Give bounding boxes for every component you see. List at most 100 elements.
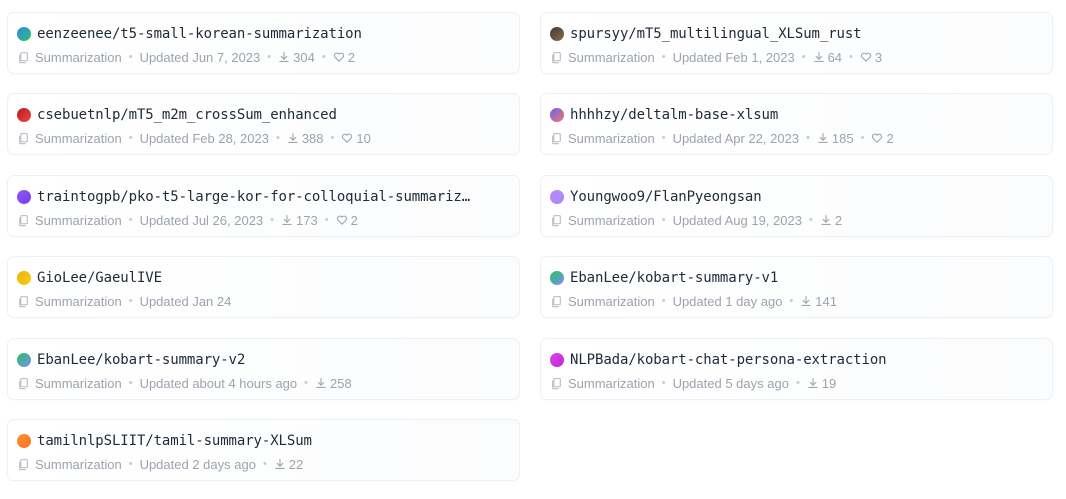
task-icon (17, 132, 30, 145)
likes-stat: 10 (341, 130, 371, 146)
model-card[interactable]: NLPBada/kobart-chat-persona-extraction Su… (540, 338, 1053, 400)
org-avatar (550, 271, 564, 285)
downloads-stat: 19 (807, 376, 836, 391)
downloads-count: 388 (301, 130, 324, 146)
separator-dot: • (128, 377, 133, 389)
model-meta: Summarization • Updated about 4 hours ago •… (17, 374, 509, 392)
model-name[interactable]: eenzeenee/t5-small-korean-summarization (37, 26, 362, 42)
separator-dot: • (808, 214, 813, 226)
downloads-count: 258 (330, 375, 352, 391)
org-avatar (17, 108, 31, 122)
updated-label: Updated Aug 19, 2023 (672, 212, 802, 228)
updated-label: Updated Feb 1, 2023 (672, 49, 795, 65)
model-title-row: GioLee/GaeulIVE (17, 268, 509, 288)
task-label: Summarization (568, 49, 655, 65)
model-card[interactable]: spursyy/mT5_multilingual_XLSum_rust Summa… (540, 12, 1053, 74)
model-card[interactable]: EbanLee/kobart-summary-v2 Summarization • U… (7, 338, 520, 400)
model-name[interactable]: traintogpb/pko-t5-large-kor-for-colloqui… (37, 189, 470, 205)
model-name[interactable]: tamilnlpSLIIT/tamil-summary-XLSum (37, 433, 312, 449)
model-meta: Summarization • Updated Feb 28, 2023 • 388 • 1… (17, 129, 509, 147)
task-label: Summarization (568, 212, 655, 228)
org-avatar (17, 190, 31, 204)
downloads-stat: 258 (315, 376, 352, 391)
org-avatar (550, 190, 564, 204)
separator-dot: • (661, 295, 666, 307)
download-icon (817, 132, 832, 144)
separator-dot: • (849, 51, 853, 63)
model-meta: Summarization • Updated Jan 24 (17, 292, 509, 310)
updated-label: Updated Jan 24 (139, 293, 232, 309)
separator-dot: • (128, 458, 133, 470)
updated-label: Updated 5 days ago (672, 375, 789, 391)
org-avatar (550, 108, 564, 122)
downloads-stat: 173 (281, 213, 318, 228)
model-card[interactable]: hhhhzy/deltalm-base-xlsum Summarization • U… (540, 93, 1053, 155)
likes-stat: 3 (860, 50, 882, 65)
task-icon (17, 214, 30, 227)
model-name[interactable]: NLPBada/kobart-chat-persona-extraction (570, 352, 887, 368)
task-icon (550, 377, 563, 390)
separator-dot: • (661, 214, 666, 226)
model-title-row: spursyy/mT5_multilingual_XLSum_rust (550, 24, 1042, 44)
separator-dot: • (806, 132, 810, 144)
model-title-row: NLPBada/kobart-chat-persona-extraction (550, 350, 1042, 370)
likes-stat: 2 (336, 213, 358, 228)
updated-label: Updated Apr 22, 2023 (672, 130, 800, 146)
model-name[interactable]: spursyy/mT5_multilingual_XLSum_rust (570, 26, 862, 42)
model-card[interactable]: eenzeenee/t5-small-korean-summarization S… (7, 12, 520, 74)
download-icon (315, 377, 330, 389)
updated-label: Updated about 4 hours ago (139, 375, 298, 391)
separator-dot: • (795, 377, 800, 389)
model-name[interactable]: hhhhzy/deltalm-base-xlsum (570, 107, 778, 123)
separator-dot: • (128, 214, 133, 226)
task-label: Summarization (35, 49, 122, 65)
download-icon (278, 51, 293, 63)
model-name[interactable]: GioLee/GaeulIVE (37, 270, 162, 286)
downloads-stat: 22 (274, 457, 303, 472)
task-label: Summarization (35, 456, 122, 472)
model-card[interactable]: Youngwoo9/FlanPyeongsan Summarization • Upd… (540, 175, 1053, 237)
separator-dot: • (304, 377, 308, 389)
org-avatar (17, 434, 31, 448)
task-label: Summarization (568, 293, 655, 309)
likes-count: 10 (356, 130, 371, 146)
model-list: eenzeenee/t5-small-korean-summarization S… (0, 0, 1066, 499)
separator-dot: • (270, 214, 275, 226)
likes-count: 2 (350, 212, 358, 228)
model-meta: Summarization • Updated Jul 26, 2023 • 173 • 2 (17, 211, 509, 229)
task-icon (17, 377, 30, 390)
model-name[interactable]: EbanLee/kobart-summary-v2 (37, 352, 245, 368)
model-title-row: eenzeenee/t5-small-korean-summarization (17, 24, 509, 44)
task-icon (550, 295, 563, 308)
model-name[interactable]: csebuetnlp/mT5_m2m_crossSum_enhanced (37, 107, 337, 123)
separator-dot: • (321, 51, 326, 63)
downloads-count: 19 (821, 375, 837, 391)
likes-count: 3 (874, 49, 883, 65)
model-title-row: hhhhzy/deltalm-base-xlsum (550, 105, 1042, 125)
model-meta: Summarization • Updated 2 days ago • 22 (17, 455, 509, 473)
model-card[interactable]: EbanLee/kobart-summary-v1 Summarization • U… (540, 256, 1053, 318)
download-icon (274, 458, 289, 470)
download-icon (820, 214, 835, 226)
downloads-count: 185 (831, 130, 854, 146)
heart-icon (333, 51, 348, 63)
task-label: Summarization (35, 130, 122, 146)
separator-dot: • (128, 295, 133, 307)
org-avatar (550, 27, 564, 41)
separator-dot: • (267, 51, 272, 63)
model-card[interactable]: GioLee/GaeulIVE Summarization • Updated Jan… (7, 256, 520, 318)
task-label: Summarization (35, 212, 122, 228)
model-name[interactable]: EbanLee/kobart-summary-v1 (570, 270, 778, 286)
model-name[interactable]: Youngwoo9/FlanPyeongsan (570, 189, 762, 205)
updated-label: Updated Jul 26, 2023 (139, 212, 264, 228)
model-title-row: EbanLee/kobart-summary-v1 (550, 268, 1042, 288)
model-card[interactable]: csebuetnlp/mT5_m2m_crossSum_enhanced Summ… (7, 93, 520, 155)
heart-icon (341, 132, 356, 144)
model-card[interactable]: tamilnlpSLIIT/tamil-summary-XLSum Summari… (7, 419, 520, 481)
task-label: Summarization (568, 130, 655, 146)
separator-dot: • (128, 51, 133, 63)
updated-label: Updated Feb 28, 2023 (139, 130, 269, 146)
model-meta: Summarization • Updated Feb 1, 2023 • 64 • 3 (550, 48, 1042, 66)
model-card[interactable]: traintogpb/pko-t5-large-kor-for-colloqui… (7, 175, 520, 237)
downloads-stat: 185 (817, 131, 854, 146)
